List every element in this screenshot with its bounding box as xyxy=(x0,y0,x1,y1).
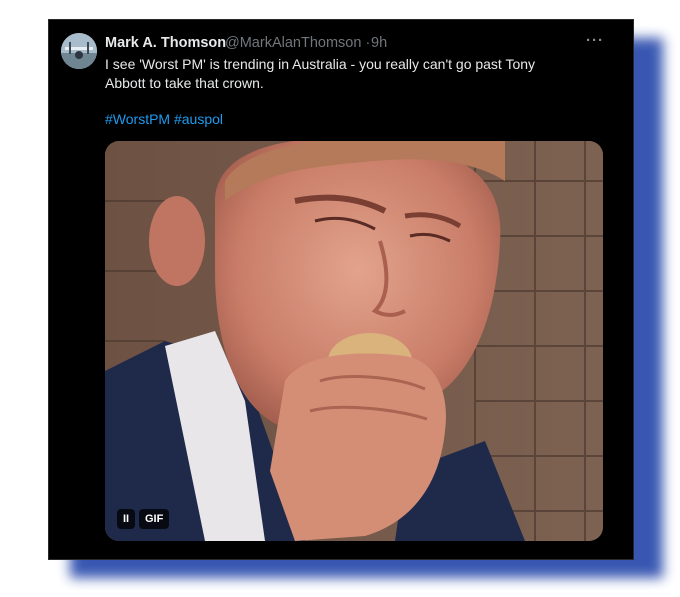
separator: · xyxy=(365,35,371,51)
hashtag-link[interactable]: #WorstPM xyxy=(105,111,170,127)
gif-frame-image xyxy=(105,141,603,541)
tweet-card[interactable]: Mark A. Thomson @MarkAlanThomson · 9h ··… xyxy=(48,19,634,560)
tweet-time[interactable]: 9h xyxy=(371,34,387,52)
tweet-text: I see 'Worst PM' is trending in Australi… xyxy=(105,56,536,91)
hashtags: #WorstPM #auspol xyxy=(105,110,223,129)
hashtag-link[interactable]: #auspol xyxy=(174,111,223,127)
pause-icon[interactable]: II xyxy=(117,509,135,529)
more-horizontal-icon[interactable]: ··· xyxy=(583,30,607,52)
gif-badge: GIF xyxy=(139,509,170,529)
avatar[interactable] xyxy=(61,33,97,69)
author-handle[interactable]: @MarkAlanThomson · xyxy=(225,34,370,52)
author-name[interactable]: Mark A. Thomson xyxy=(105,34,226,52)
gif-media[interactable]: II GIF xyxy=(105,141,603,541)
handle-text[interactable]: @MarkAlanThomson xyxy=(225,35,361,51)
